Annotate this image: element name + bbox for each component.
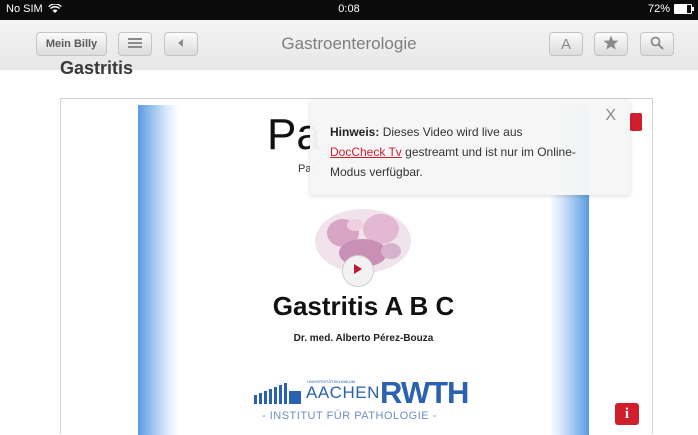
slide-gradient-left xyxy=(138,105,178,435)
slide-title: Gastritis A B C xyxy=(272,291,455,321)
info-marker xyxy=(630,113,642,131)
close-button[interactable]: X xyxy=(605,106,616,126)
popup-label: Hinweis: xyxy=(330,125,380,139)
logo-brand: RWTH xyxy=(380,375,469,410)
play-icon xyxy=(353,262,363,280)
battery-icon xyxy=(674,4,694,14)
play-button[interactable] xyxy=(342,255,374,287)
info-popup: X Hinweis: Dieses Video wird live aus Do… xyxy=(310,100,630,195)
institute-name: - INSTITUT FÜR PATHOLOGIE - xyxy=(262,410,437,422)
font-size-button[interactable]: A xyxy=(549,32,583,56)
popup-text-before: Dieses Video wird live aus xyxy=(382,125,523,139)
status-bar: No SIM 0:08 72% xyxy=(0,0,698,20)
status-time: 0:08 xyxy=(338,3,360,15)
logo-city: AACHEN xyxy=(306,383,380,402)
section-heading: Gastritis xyxy=(60,58,134,78)
search-button[interactable] xyxy=(640,32,674,56)
battery-percent: 72% xyxy=(647,3,670,15)
building-icon xyxy=(254,383,301,404)
rwth-logo: UNIVERSITÄTSKLINIKUM AACHEN RWTH - INSTI… xyxy=(252,375,482,422)
slide-author: Dr. med. Alberto Pérez-Bouza xyxy=(293,333,434,344)
info-button[interactable]: i xyxy=(615,403,639,425)
search-icon xyxy=(650,36,664,53)
star-icon xyxy=(603,35,619,53)
status-right: 72% xyxy=(647,3,694,15)
doccheck-link[interactable]: DocCheck Tv xyxy=(330,145,402,159)
bookmark-button[interactable] xyxy=(594,32,628,56)
